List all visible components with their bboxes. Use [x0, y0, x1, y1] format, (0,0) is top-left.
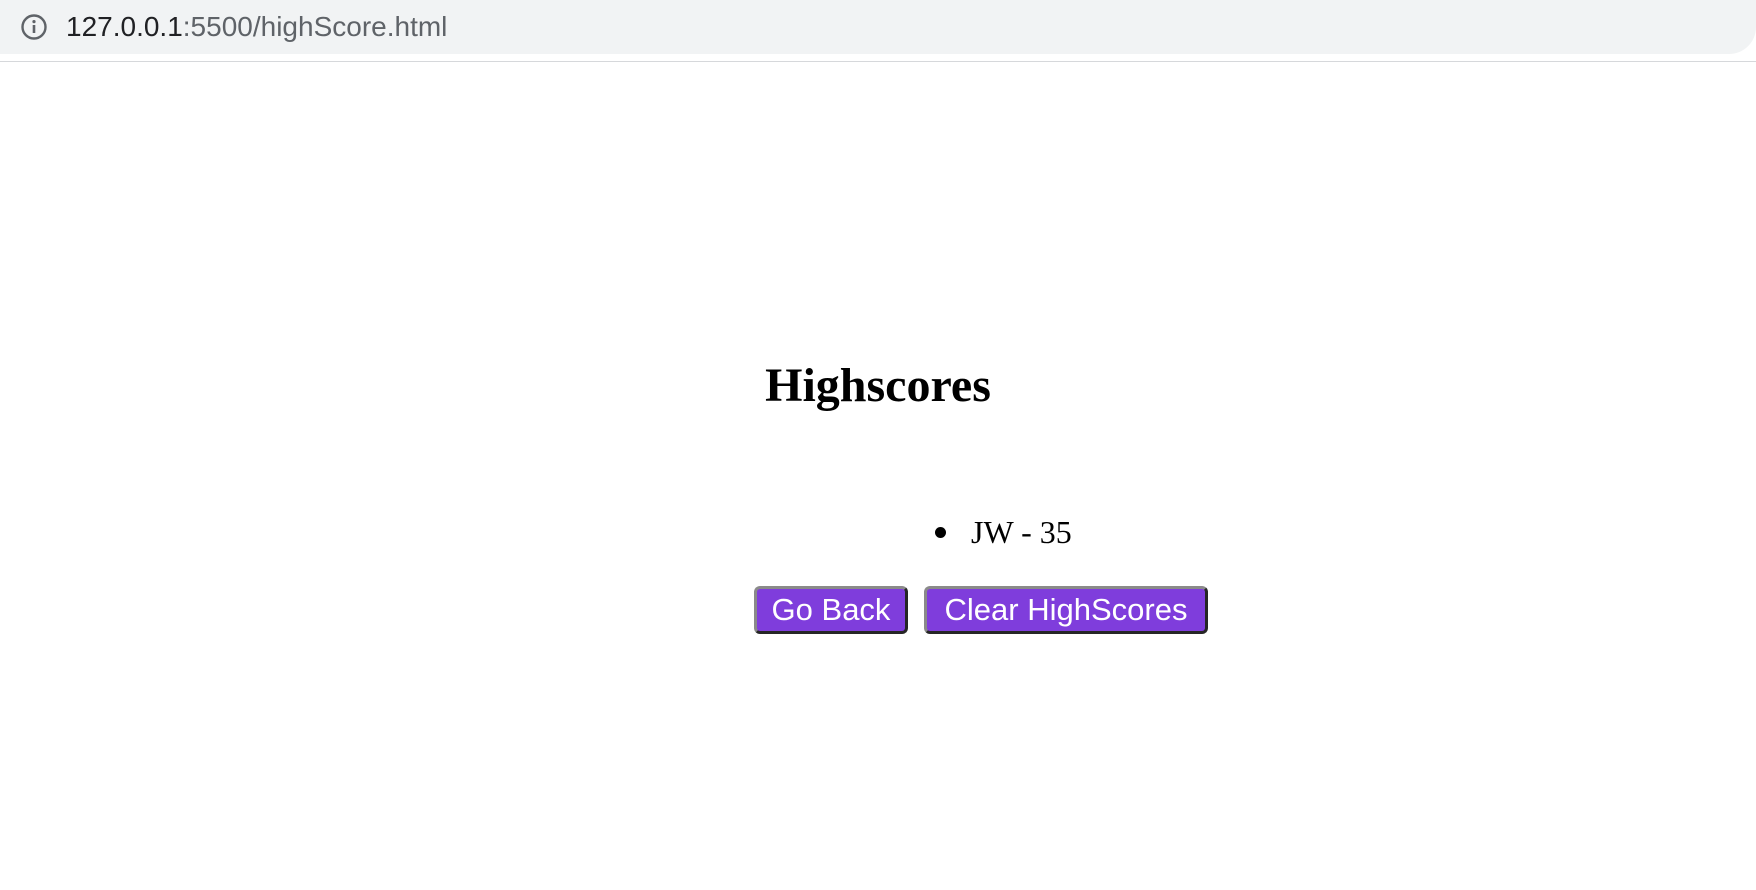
go-back-button[interactable]: Go Back [754, 586, 908, 634]
highscore-item: JW - 35 [935, 512, 1072, 552]
url-text[interactable]: 127.0.0.1:5500/highScore.html [66, 10, 447, 44]
clear-highscores-button[interactable]: Clear HighScores [924, 586, 1208, 634]
bullet-icon [935, 527, 946, 538]
url-field[interactable]: 127.0.0.1:5500/highScore.html [0, 0, 1756, 54]
url-host: 127.0.0.1 [66, 11, 183, 42]
highscore-entry: JW - 35 [971, 514, 1072, 550]
browser-address-bar: 127.0.0.1:5500/highScore.html [0, 0, 1756, 62]
highscore-list: JW - 35 [935, 512, 1072, 552]
info-icon[interactable] [20, 13, 48, 41]
page-title: Highscores [765, 359, 991, 412]
url-path: :5500/highScore.html [182, 11, 448, 42]
